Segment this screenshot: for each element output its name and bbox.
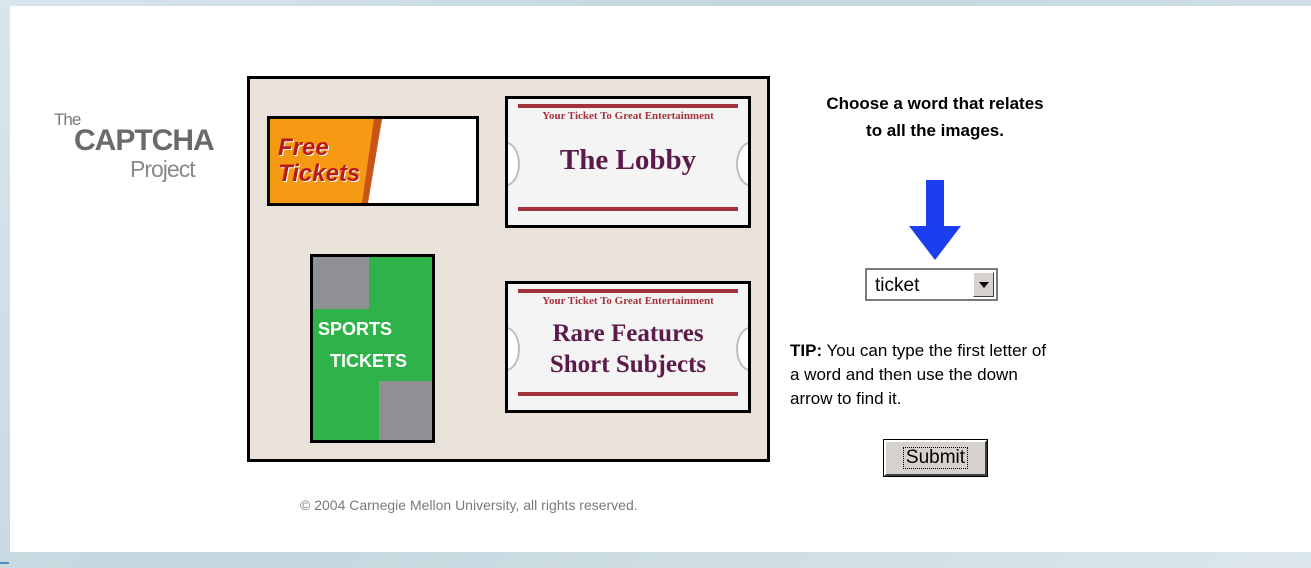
tip-line1: You can type the first letter of xyxy=(822,341,1047,360)
ticket-bottom-stripe xyxy=(518,207,738,211)
sports-tickets-image: SPORTS TICKETS xyxy=(310,254,435,443)
captcha-page: The CAPTCHA Project Free Tickets Your Ti… xyxy=(10,6,1311,552)
logo-captcha: CAPTCHA xyxy=(74,124,215,157)
free-tickets-line1: Free xyxy=(278,134,329,161)
captcha-image-panel: Free Tickets Your Ticket To Great Entert… xyxy=(247,76,770,462)
ticket-title: The Lobby xyxy=(559,144,697,176)
ticket-top-stripe xyxy=(518,104,738,108)
ticket-title-line1: Rare Features xyxy=(552,320,704,347)
rare-features-ticket-image: Your Ticket To Great Entertainment Rare … xyxy=(505,281,751,413)
ticket-tagline: Your Ticket To Great Entertainment xyxy=(542,295,714,307)
tip-line2: a word and then use the down xyxy=(790,365,1018,384)
ticket-tagline: Your Ticket To Great Entertainment xyxy=(542,110,714,122)
down-arrow-icon xyxy=(909,180,961,260)
free-tickets-text: Free Tickets xyxy=(278,135,360,187)
logo-project: Project xyxy=(130,156,196,182)
submit-button[interactable]: Submit xyxy=(883,439,988,477)
the-lobby-ticket-image: Your Ticket To Great Entertainment The L… xyxy=(505,96,751,228)
tickets-text: TICKETS xyxy=(330,351,408,371)
chevron-down-icon[interactable] xyxy=(973,272,994,297)
instructions-text: Choose a word that relates to all the im… xyxy=(790,90,1080,144)
ticket-top-stripe xyxy=(518,289,738,293)
window-edge-mark xyxy=(0,562,9,564)
instructions-line1: Choose a word that relates xyxy=(826,94,1044,113)
sports-text: SPORTS xyxy=(318,319,393,339)
instructions-line2: to all the images. xyxy=(866,121,1004,140)
sports-tickets-background xyxy=(313,257,432,440)
word-select-dropdown[interactable]: ticket xyxy=(865,268,998,301)
free-tickets-image: Free Tickets xyxy=(267,116,479,206)
tip-line3: arrow to find it. xyxy=(790,389,902,408)
tip-label: TIP: xyxy=(790,341,823,360)
ticket-bottom-stripe xyxy=(518,392,738,396)
submit-label: Submit xyxy=(902,447,969,469)
word-select-value: ticket xyxy=(875,275,920,296)
captcha-project-logo: The CAPTCHA Project xyxy=(54,110,234,190)
copyright-text: © 2004 Carnegie Mellon University, all r… xyxy=(300,497,638,513)
tip-text: TIP: You can type the first letter of a … xyxy=(790,339,1100,411)
free-tickets-line2: Tickets xyxy=(278,160,361,187)
ticket-title: Rare Features Short Subjects xyxy=(508,318,748,380)
ticket-title-line2: Short Subjects xyxy=(549,351,707,378)
